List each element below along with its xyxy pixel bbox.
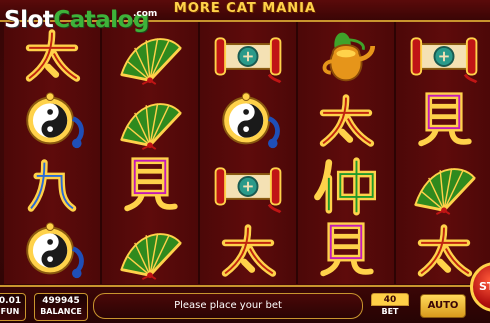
glyph-tai-icon — [221, 224, 277, 277]
reel-symbol-green-fan — [102, 218, 198, 283]
yin-yang-amulet-icon — [26, 222, 84, 279]
balance-panel: 499945 BALANCE — [34, 293, 88, 321]
game-title: MORE CAT MANIA — [173, 1, 317, 16]
reel-symbol-yin-yang-amulet — [200, 88, 296, 153]
glyph-jian-icon — [124, 157, 178, 212]
yin-yang-amulet-icon — [222, 92, 280, 149]
glyph-jian-icon — [418, 92, 472, 147]
reel-symbol-glyph-jiu — [4, 153, 100, 218]
reel-1 — [4, 22, 100, 284]
bet-value: 40 — [371, 293, 409, 306]
glyph-tai-icon — [319, 94, 375, 147]
auto-button[interactable]: AUTO — [420, 294, 466, 318]
bottom-bar: 0.01 FUN 499945 BALANCE Please place you… — [0, 285, 490, 323]
watermark-brand-first: Slot — [4, 7, 54, 33]
reel-grid — [0, 22, 490, 284]
reel-symbol-red-scroll — [396, 23, 490, 88]
green-fan-icon — [120, 103, 182, 150]
reel-symbol-green-fan — [396, 153, 490, 218]
coin-value-panel[interactable]: 0.01 FUN — [0, 293, 26, 321]
red-scroll-icon — [410, 37, 478, 84]
golden-teapot-icon — [322, 32, 376, 82]
coin-value: 0.01 — [0, 296, 22, 306]
reel-symbol-glyph-tai — [298, 88, 394, 153]
yin-yang-amulet-icon — [26, 92, 84, 149]
game-screen: MORE CAT MANIA SlotCatalog .com 0.01 FUN… — [0, 0, 490, 323]
reel-symbol-glyph-jian — [102, 153, 198, 218]
bet-label: BET — [381, 307, 399, 316]
watermark-suffix: .com — [133, 9, 158, 19]
reel-symbol-yin-yang-amulet — [4, 88, 100, 153]
glyph-jian-icon — [320, 222, 374, 277]
green-fan-icon — [414, 168, 476, 215]
red-scroll-icon — [214, 167, 282, 214]
reel-symbol-glyph-tai — [200, 218, 296, 283]
reel-symbol-glyph-jian — [298, 218, 394, 283]
status-message: Please place your bet — [93, 293, 363, 319]
balance-label: BALANCE — [40, 307, 82, 316]
reel-5 — [396, 22, 490, 284]
reel-4 — [298, 22, 394, 284]
reel-symbol-glyph-zhong — [298, 153, 394, 218]
reel-2 — [102, 22, 198, 284]
balance-value: 499945 — [42, 296, 80, 306]
reel-3 — [200, 22, 296, 284]
green-fan-icon — [120, 233, 182, 280]
glyph-jiu-icon — [27, 159, 77, 212]
glyph-zhong-icon — [314, 157, 377, 216]
reel-symbol-red-scroll — [200, 23, 296, 88]
reel-symbol-golden-teapot — [298, 23, 394, 88]
reel-symbol-glyph-jian — [396, 88, 490, 153]
glyph-tai-icon — [417, 224, 473, 277]
coin-label: FUN — [0, 307, 20, 316]
watermark-logo: SlotCatalog — [4, 5, 149, 35]
reel-symbol-red-scroll — [200, 153, 296, 218]
reel-symbol-green-fan — [102, 88, 198, 153]
red-scroll-icon — [214, 37, 282, 84]
bet-control[interactable]: 40 BET — [371, 293, 409, 319]
reel-symbol-yin-yang-amulet — [4, 218, 100, 283]
